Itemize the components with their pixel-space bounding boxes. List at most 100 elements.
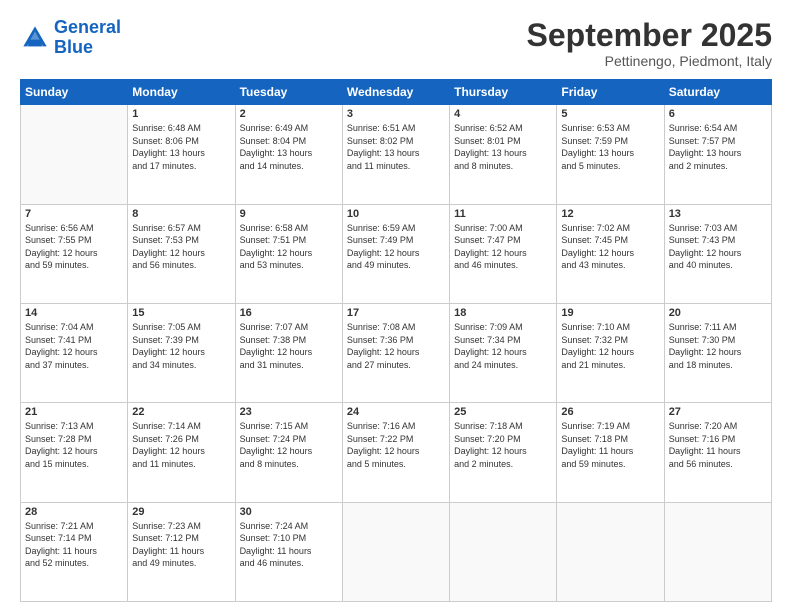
- calendar-week-row: 21 Sunrise: 7:13 AM Sunset: 7:28 PM Dayli…: [21, 403, 772, 502]
- calendar-cell: 1 Sunrise: 6:48 AM Sunset: 8:06 PM Daylig…: [128, 105, 235, 204]
- calendar-week-row: 28Sunrise: 7:21 AM Sunset: 7:14 PM Dayli…: [21, 502, 772, 601]
- calendar-cell: 12 Sunrise: 7:02 AM Sunset: 7:45 PM Dayli…: [557, 204, 664, 303]
- day-info: Sunrise: 7:16 AM Sunset: 7:22 PM Dayligh…: [347, 420, 445, 470]
- calendar-cell: 29 Sunrise: 7:23 AM Sunset: 7:12 PM Dayli…: [128, 502, 235, 601]
- day-number: 1: [132, 108, 230, 120]
- month-title: September 2025: [527, 18, 772, 53]
- day-number: 11: [454, 208, 552, 220]
- calendar-cell: 9 Sunrise: 6:58 AM Sunset: 7:51 PM Daylig…: [235, 204, 342, 303]
- day-number: 10: [347, 208, 445, 220]
- calendar-day-header: Tuesday: [235, 80, 342, 105]
- calendar-cell: 17Sunrise: 7:08 AM Sunset: 7:36 PM Dayli…: [342, 303, 449, 402]
- day-info: Sunrise: 6:57 AM Sunset: 7:53 PM Dayligh…: [132, 222, 230, 272]
- day-number: 25: [454, 406, 552, 418]
- day-info: Sunrise: 6:58 AM Sunset: 7:51 PM Dayligh…: [240, 222, 338, 272]
- day-number: 4: [454, 108, 552, 120]
- day-info: Sunrise: 7:07 AM Sunset: 7:38 PM Dayligh…: [240, 321, 338, 371]
- calendar-cell: 13 Sunrise: 7:03 AM Sunset: 7:43 PM Dayli…: [664, 204, 771, 303]
- calendar-cell: 21 Sunrise: 7:13 AM Sunset: 7:28 PM Dayli…: [21, 403, 128, 502]
- day-info: Sunrise: 7:13 AM Sunset: 7:28 PM Dayligh…: [25, 420, 123, 470]
- day-info: Sunrise: 7:03 AM Sunset: 7:43 PM Dayligh…: [669, 222, 767, 272]
- day-info: Sunrise: 7:05 AM Sunset: 7:39 PM Dayligh…: [132, 321, 230, 371]
- day-number: 20: [669, 307, 767, 319]
- day-number: 3: [347, 108, 445, 120]
- page: General Blue September 2025 Pettinengo, …: [0, 0, 792, 612]
- calendar-cell: 20 Sunrise: 7:11 AM Sunset: 7:30 PM Dayli…: [664, 303, 771, 402]
- calendar-cell: 8 Sunrise: 6:57 AM Sunset: 7:53 PM Daylig…: [128, 204, 235, 303]
- logo: General Blue: [20, 18, 121, 58]
- day-number: 29: [132, 506, 230, 518]
- calendar-cell: [557, 502, 664, 601]
- day-number: 16: [240, 307, 338, 319]
- calendar-day-header: Friday: [557, 80, 664, 105]
- day-number: 13: [669, 208, 767, 220]
- day-info: Sunrise: 6:56 AM Sunset: 7:55 PM Dayligh…: [25, 222, 123, 272]
- calendar-day-header: Wednesday: [342, 80, 449, 105]
- day-info: Sunrise: 6:49 AM Sunset: 8:04 PM Dayligh…: [240, 122, 338, 172]
- day-number: 19: [561, 307, 659, 319]
- calendar-cell: 11 Sunrise: 7:00 AM Sunset: 7:47 PM Dayli…: [450, 204, 557, 303]
- day-number: 12: [561, 208, 659, 220]
- location: Pettinengo, Piedmont, Italy: [527, 53, 772, 69]
- day-info: Sunrise: 7:23 AM Sunset: 7:12 PM Dayligh…: [132, 520, 230, 570]
- day-info: Sunrise: 6:52 AM Sunset: 8:01 PM Dayligh…: [454, 122, 552, 172]
- calendar-cell: 26 Sunrise: 7:19 AM Sunset: 7:18 PM Dayli…: [557, 403, 664, 502]
- day-info: Sunrise: 7:14 AM Sunset: 7:26 PM Dayligh…: [132, 420, 230, 470]
- calendar-header-row: SundayMondayTuesdayWednesdayThursdayFrid…: [21, 80, 772, 105]
- day-number: 15: [132, 307, 230, 319]
- calendar-cell: 7 Sunrise: 6:56 AM Sunset: 7:55 PM Daylig…: [21, 204, 128, 303]
- calendar-cell: 24 Sunrise: 7:16 AM Sunset: 7:22 PM Dayli…: [342, 403, 449, 502]
- calendar-cell: 23 Sunrise: 7:15 AM Sunset: 7:24 PM Dayli…: [235, 403, 342, 502]
- calendar-week-row: 14Sunrise: 7:04 AM Sunset: 7:41 PM Dayli…: [21, 303, 772, 402]
- calendar-cell: 4 Sunrise: 6:52 AM Sunset: 8:01 PM Daylig…: [450, 105, 557, 204]
- day-info: Sunrise: 7:09 AM Sunset: 7:34 PM Dayligh…: [454, 321, 552, 371]
- day-number: 26: [561, 406, 659, 418]
- calendar-cell: 25 Sunrise: 7:18 AM Sunset: 7:20 PM Dayli…: [450, 403, 557, 502]
- day-info: Sunrise: 7:20 AM Sunset: 7:16 PM Dayligh…: [669, 420, 767, 470]
- day-info: Sunrise: 6:54 AM Sunset: 7:57 PM Dayligh…: [669, 122, 767, 172]
- day-info: Sunrise: 6:59 AM Sunset: 7:49 PM Dayligh…: [347, 222, 445, 272]
- day-info: Sunrise: 6:48 AM Sunset: 8:06 PM Dayligh…: [132, 122, 230, 172]
- day-info: Sunrise: 7:02 AM Sunset: 7:45 PM Dayligh…: [561, 222, 659, 272]
- day-number: 23: [240, 406, 338, 418]
- calendar-cell: 6 Sunrise: 6:54 AM Sunset: 7:57 PM Daylig…: [664, 105, 771, 204]
- calendar-cell: 27Sunrise: 7:20 AM Sunset: 7:16 PM Dayli…: [664, 403, 771, 502]
- day-info: Sunrise: 7:19 AM Sunset: 7:18 PM Dayligh…: [561, 420, 659, 470]
- calendar-cell: 22 Sunrise: 7:14 AM Sunset: 7:26 PM Dayli…: [128, 403, 235, 502]
- logo-line2: Blue: [54, 37, 93, 57]
- calendar-cell: 30Sunrise: 7:24 AM Sunset: 7:10 PM Dayli…: [235, 502, 342, 601]
- calendar-cell: 15 Sunrise: 7:05 AM Sunset: 7:39 PM Dayli…: [128, 303, 235, 402]
- calendar-cell: 18 Sunrise: 7:09 AM Sunset: 7:34 PM Dayli…: [450, 303, 557, 402]
- header: General Blue September 2025 Pettinengo, …: [20, 18, 772, 69]
- day-number: 22: [132, 406, 230, 418]
- calendar-cell: 28Sunrise: 7:21 AM Sunset: 7:14 PM Dayli…: [21, 502, 128, 601]
- calendar-day-header: Monday: [128, 80, 235, 105]
- calendar-cell: [342, 502, 449, 601]
- day-info: Sunrise: 7:24 AM Sunset: 7:10 PM Dayligh…: [240, 520, 338, 570]
- day-info: Sunrise: 7:21 AM Sunset: 7:14 PM Dayligh…: [25, 520, 123, 570]
- day-number: 7: [25, 208, 123, 220]
- logo-icon: [20, 23, 50, 53]
- day-info: Sunrise: 7:11 AM Sunset: 7:30 PM Dayligh…: [669, 321, 767, 371]
- day-number: 8: [132, 208, 230, 220]
- calendar-cell: 2 Sunrise: 6:49 AM Sunset: 8:04 PM Daylig…: [235, 105, 342, 204]
- logo-line1: General: [54, 17, 121, 37]
- day-number: 6: [669, 108, 767, 120]
- day-number: 5: [561, 108, 659, 120]
- calendar-day-header: Sunday: [21, 80, 128, 105]
- day-number: 2: [240, 108, 338, 120]
- day-number: 21: [25, 406, 123, 418]
- day-info: Sunrise: 7:08 AM Sunset: 7:36 PM Dayligh…: [347, 321, 445, 371]
- calendar-table: SundayMondayTuesdayWednesdayThursdayFrid…: [20, 79, 772, 602]
- day-info: Sunrise: 7:00 AM Sunset: 7:47 PM Dayligh…: [454, 222, 552, 272]
- day-number: 18: [454, 307, 552, 319]
- day-info: Sunrise: 7:18 AM Sunset: 7:20 PM Dayligh…: [454, 420, 552, 470]
- day-info: Sunrise: 7:15 AM Sunset: 7:24 PM Dayligh…: [240, 420, 338, 470]
- day-number: 9: [240, 208, 338, 220]
- day-number: 24: [347, 406, 445, 418]
- day-info: Sunrise: 6:53 AM Sunset: 7:59 PM Dayligh…: [561, 122, 659, 172]
- calendar-cell: [21, 105, 128, 204]
- calendar-cell: 19Sunrise: 7:10 AM Sunset: 7:32 PM Dayli…: [557, 303, 664, 402]
- calendar-cell: 10 Sunrise: 6:59 AM Sunset: 7:49 PM Dayli…: [342, 204, 449, 303]
- day-info: Sunrise: 7:04 AM Sunset: 7:41 PM Dayligh…: [25, 321, 123, 371]
